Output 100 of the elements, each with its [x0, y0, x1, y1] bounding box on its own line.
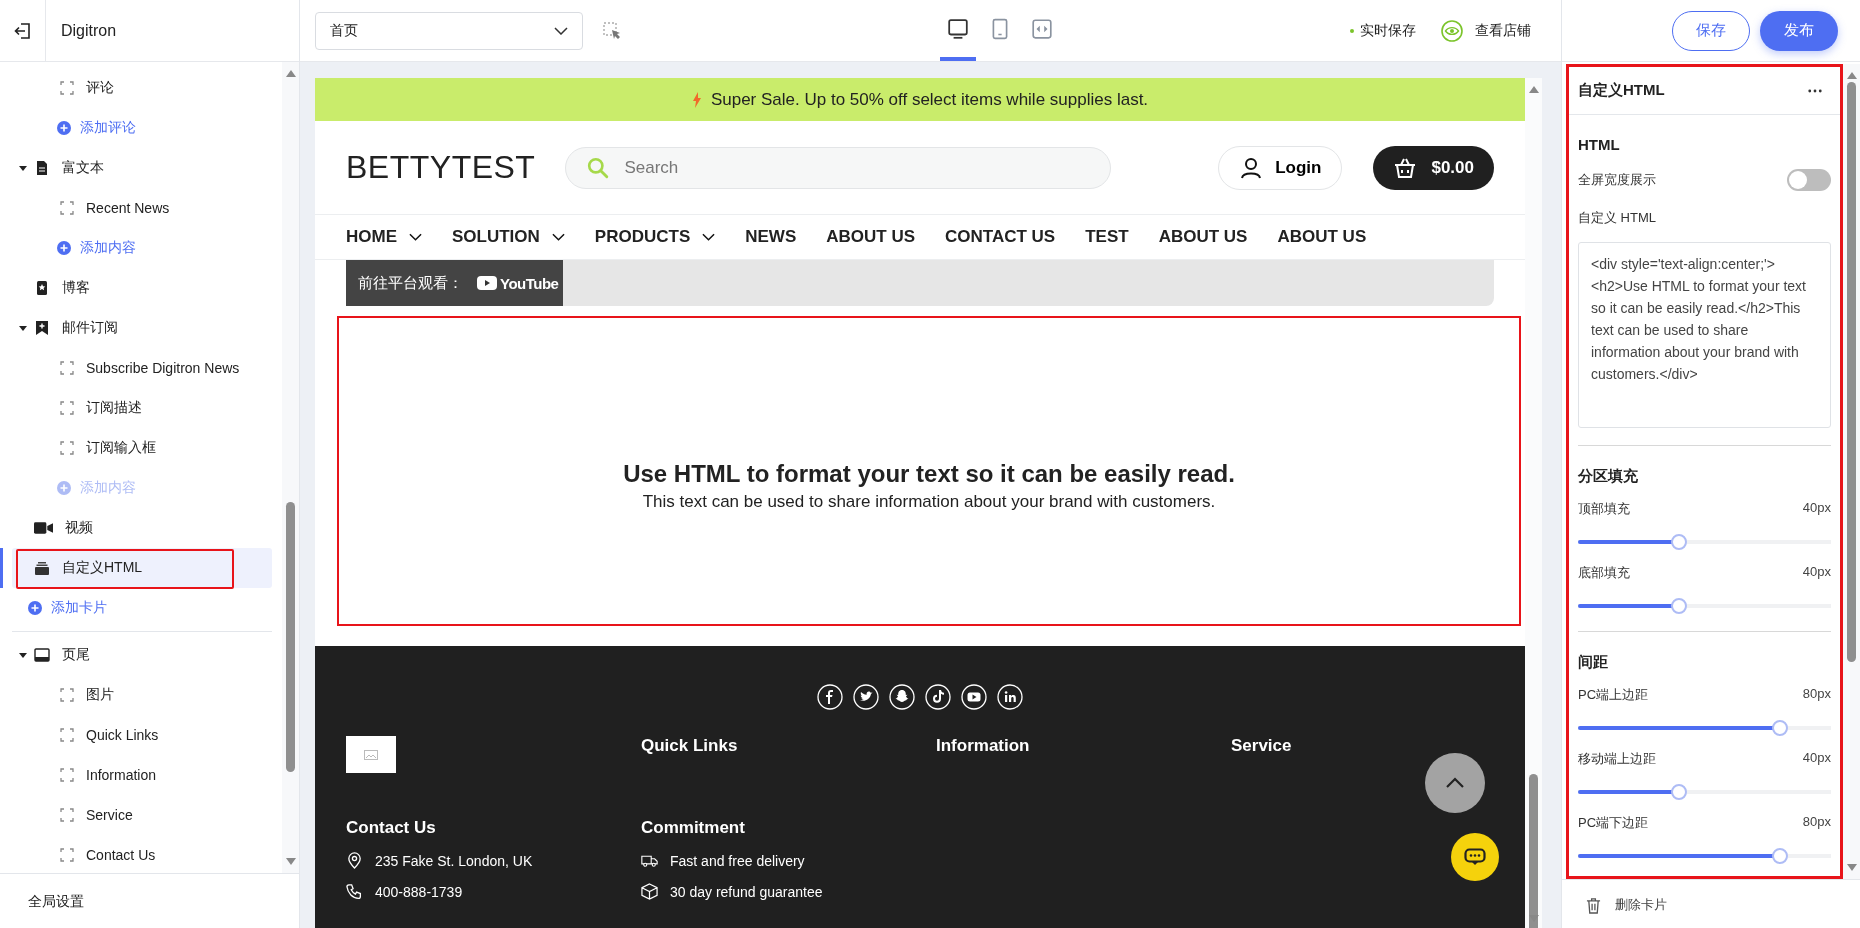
nav-link[interactable]: CONTACT US	[945, 227, 1056, 247]
save-button[interactable]: 保存	[1672, 10, 1750, 51]
bracket-icon	[60, 808, 74, 822]
nav-link[interactable]: PRODUCTS	[594, 227, 716, 247]
slider-reading: 80px	[1802, 686, 1831, 703]
add-link-label: 添加内容	[80, 239, 136, 257]
login-button[interactable]: Login	[1218, 145, 1343, 190]
bookmark-plus-icon	[34, 320, 50, 336]
footer-heading: Information	[936, 736, 1031, 756]
announcement-text: Super Sale. Up to 50% off select items while supplies last.	[710, 89, 1149, 110]
footer-heading: Quick Links	[641, 736, 739, 756]
slider-thumb[interactable]	[1772, 720, 1789, 736]
toggle-switch[interactable]	[1787, 169, 1831, 191]
select-tool-icon[interactable]	[602, 20, 622, 41]
nav-link[interactable]: TEST	[1085, 227, 1129, 247]
footer-heading: Commitment	[641, 818, 746, 838]
social-icon[interactable]	[997, 684, 1023, 710]
tree-item[interactable]: 邮件订阅	[12, 308, 272, 348]
slider-thumb[interactable]	[1772, 848, 1789, 864]
plus-circle-icon	[57, 121, 71, 135]
bracket-icon	[60, 441, 74, 455]
social-icon[interactable]	[817, 684, 843, 710]
html-code-field[interactable]: <div style='text-align:center;'><h2>Use HTML to format your text so it can be easily read.</h2>This text can be used to share information about your brand with customers.</div>	[1578, 242, 1831, 428]
nav-link[interactable]: HOME	[346, 227, 422, 247]
section-title: HTML	[1578, 136, 1621, 153]
plus-circle-icon	[57, 481, 71, 495]
nav-link[interactable]: ABOUT US	[1277, 227, 1367, 247]
more-icon[interactable]	[1808, 88, 1822, 93]
tree-item[interactable]: Recent News	[12, 188, 272, 228]
nav-link[interactable]: ABOUT US	[1158, 227, 1248, 247]
slider-reading: 40px	[1802, 564, 1831, 581]
slider-thumb[interactable]	[1671, 534, 1688, 550]
tree-item[interactable]: 视频	[12, 508, 272, 548]
social-icon[interactable]	[925, 684, 951, 710]
tree-item[interactable]: 博客	[12, 268, 272, 308]
tree-item[interactable]: Quick Links	[12, 715, 272, 755]
tree-item-label: 邮件订阅	[62, 319, 118, 337]
tree-item[interactable]: Information	[12, 755, 272, 795]
caret-down-icon[interactable]	[18, 163, 28, 173]
chat-icon	[1464, 848, 1486, 866]
footer-heading: Service	[1231, 736, 1293, 756]
tree-item[interactable]: 富文本	[12, 148, 272, 188]
tree-item-label: Quick Links	[86, 727, 159, 743]
caret-down-icon[interactable]	[18, 323, 28, 333]
location-pin-icon	[346, 852, 363, 869]
section-title: 分区填充	[1578, 467, 1639, 486]
tree-item-label: 视频	[65, 519, 93, 537]
tree-item-label: Contact Us	[86, 847, 156, 863]
tree-item-label: Information	[86, 767, 157, 783]
setting-label: 自定义 HTML	[1578, 209, 1657, 227]
footer-heading: Contact Us	[346, 818, 437, 838]
page-select[interactable]: 首页	[315, 11, 583, 50]
publish-button[interactable]: 发布	[1760, 10, 1838, 51]
cart-button[interactable]: $0.00	[1373, 145, 1494, 190]
nav-link[interactable]: ABOUT US	[826, 227, 916, 247]
bracket-icon	[60, 728, 74, 742]
add-content-link[interactable]: 添加内容	[12, 228, 272, 268]
social-icon[interactable]	[853, 684, 879, 710]
search-field[interactable]: Search	[565, 146, 1112, 189]
chat-button[interactable]	[1451, 833, 1499, 881]
broken-image-icon	[364, 749, 378, 760]
nav-link[interactable]: SOLUTION	[452, 227, 565, 247]
chevron-down-icon	[551, 233, 565, 241]
add-content-link[interactable]: 添加评论	[12, 108, 272, 148]
scrollbar[interactable]	[1843, 64, 1860, 879]
tree-item-label: 自定义HTML	[62, 559, 143, 577]
tree-item[interactable]: 评论	[12, 68, 272, 108]
add-link-label: 添加内容	[80, 479, 136, 497]
watch-on-youtube-link[interactable]: 前往平台观看： YouTube	[346, 260, 563, 306]
tree-item-label: 评论	[86, 79, 114, 97]
bracket-icon	[60, 401, 74, 415]
social-icon[interactable]	[889, 684, 915, 710]
tree-item[interactable]: 订阅描述	[12, 388, 272, 428]
user-icon	[1239, 156, 1264, 179]
trash-icon	[1586, 896, 1601, 914]
tree-item[interactable]: Subscribe Digitron News	[12, 348, 272, 388]
back-to-top-button[interactable]	[1425, 753, 1485, 813]
scrollbar[interactable]	[1525, 78, 1542, 928]
tree-item[interactable]: 图片	[12, 675, 272, 715]
social-icon[interactable]	[961, 684, 987, 710]
caret-down-icon[interactable]	[18, 650, 28, 660]
view-store-link[interactable]: 查看店铺	[1475, 21, 1531, 40]
global-settings-link[interactable]: 全局设置	[0, 873, 299, 928]
tree-item[interactable]: 订阅输入框	[12, 428, 272, 468]
tree-item[interactable]: Contact Us	[12, 835, 272, 875]
bracket-icon	[60, 848, 74, 862]
footer-text: 30 day refund guarantee	[670, 883, 823, 900]
slider-thumb[interactable]	[1671, 784, 1688, 800]
slider-thumb[interactable]	[1671, 598, 1688, 614]
add-card-link[interactable]: 添加卡片	[12, 588, 272, 628]
setting-label: PC端下边距	[1578, 814, 1649, 832]
bracket-icon	[60, 201, 74, 215]
tree-item[interactable]: Service	[12, 795, 272, 835]
nav-link[interactable]: NEWS	[745, 227, 797, 247]
footer-text: 235 Fake St. London, UK	[375, 852, 533, 869]
exit-icon[interactable]	[13, 21, 32, 40]
delete-card-button[interactable]: 删除卡片	[1562, 879, 1860, 928]
scrollbar[interactable]	[282, 62, 299, 873]
tree-item[interactable]: 页尾	[12, 635, 272, 675]
footer-text: Fast and free delivery	[670, 852, 805, 869]
